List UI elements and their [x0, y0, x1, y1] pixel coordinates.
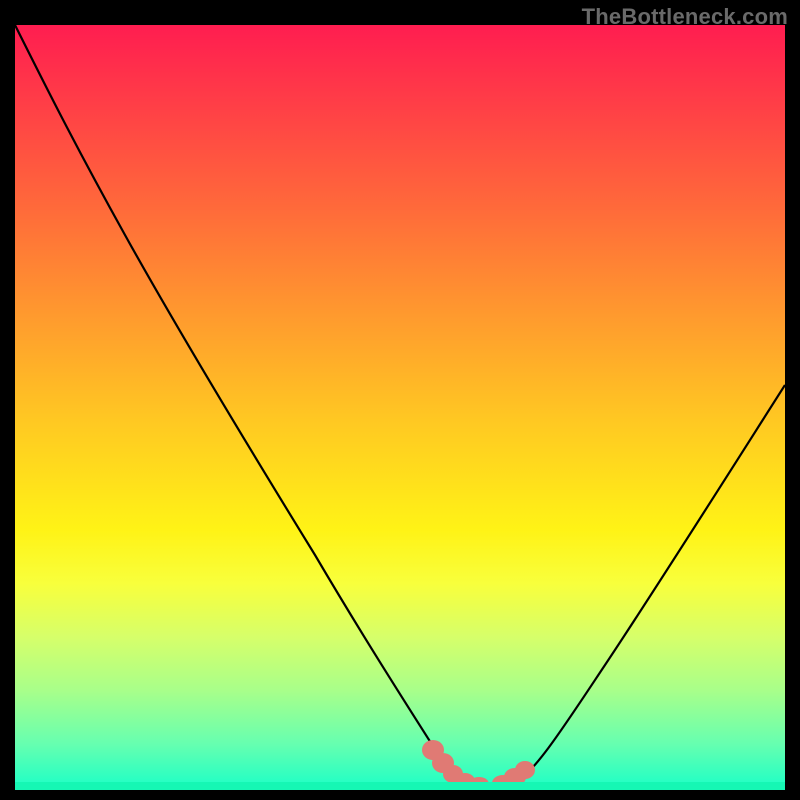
curve-svg [15, 25, 785, 790]
watermark-text: TheBottleneck.com [582, 4, 788, 30]
plot-background [15, 25, 785, 790]
baseline-strip [15, 782, 785, 790]
chart-container: TheBottleneck.com [0, 0, 800, 800]
bottleneck-curve [15, 25, 785, 788]
bottom-border [0, 790, 800, 800]
